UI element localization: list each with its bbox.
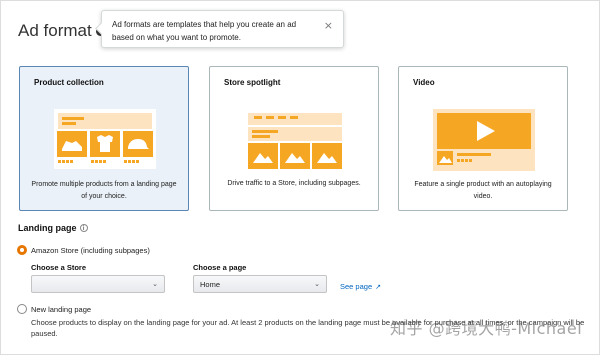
radio-button-checked[interactable]	[17, 245, 27, 255]
card-description: Feature a single product with an autopla…	[414, 181, 552, 200]
chevron-down-icon: ⌄	[314, 280, 320, 288]
watermark: 知乎 @跨境大鸭-Michael	[390, 319, 583, 338]
close-icon[interactable]: ×	[324, 19, 333, 32]
card-video[interactable]: Video Feature a single product with an a…	[398, 66, 568, 211]
page-select-value: Home	[200, 279, 221, 289]
card-title: Video	[413, 78, 435, 87]
radio-label: New landing page	[31, 304, 92, 314]
product-collection-illustration	[54, 109, 156, 169]
card-title: Store spotlight	[224, 78, 281, 87]
tooltip-text: Ad formats are templates that help you c…	[112, 20, 297, 42]
radio-amazon-store[interactable]: Amazon Store (including subpages)	[17, 245, 150, 255]
page-select[interactable]: Home ⌄	[193, 275, 327, 293]
external-link-icon: ↗	[375, 282, 381, 291]
see-page-link[interactable]: See page ↗	[340, 282, 381, 291]
store-select[interactable]: ⌄	[31, 275, 165, 293]
info-icon[interactable]: i	[79, 224, 88, 232]
choose-page-label: Choose a page	[193, 263, 247, 272]
store-spotlight-illustration	[244, 109, 346, 171]
landing-page-label: Landing page i	[18, 223, 88, 233]
see-page-text: See page	[340, 282, 373, 291]
radio-button-unchecked[interactable]	[17, 304, 27, 314]
card-description: Promote multiple products from a landing…	[31, 181, 177, 200]
video-illustration	[433, 109, 535, 171]
card-description: Drive traffic to a Store, including subp…	[227, 180, 361, 187]
landing-page-label-text: Landing page	[18, 223, 77, 233]
card-title: Product collection	[34, 78, 104, 87]
radio-new-landing-page[interactable]: New landing page	[17, 304, 91, 314]
radio-label: Amazon Store (including subpages)	[31, 245, 150, 255]
page-title-text: Ad format	[18, 21, 92, 40]
card-store-spotlight[interactable]: Store spotlight Drive traffic to a Store…	[209, 66, 379, 211]
choose-store-label: Choose a Store	[31, 263, 87, 272]
chevron-down-icon: ⌄	[152, 280, 158, 288]
info-tooltip: Ad formats are templates that help you c…	[101, 10, 344, 48]
card-product-collection[interactable]: Product collection Promote multiple prod…	[19, 66, 189, 211]
page-title: Ad format i	[18, 21, 105, 41]
